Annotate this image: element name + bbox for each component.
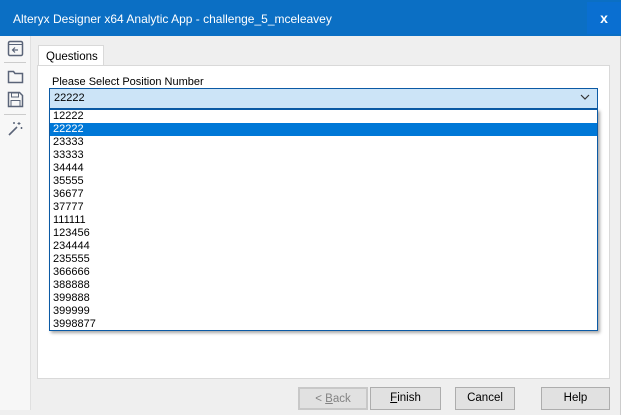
dropdown-option[interactable]: 3998877: [50, 318, 597, 331]
back-button[interactable]: < Back: [298, 387, 368, 410]
chevron-down-icon: [580, 94, 590, 100]
dropdown-option[interactable]: 37777: [50, 201, 597, 214]
dropdown-option[interactable]: 22222: [50, 123, 597, 136]
dropdown-option[interactable]: 12222: [50, 110, 597, 123]
dropdown-option[interactable]: 33333: [50, 149, 597, 162]
back-rest: ack: [332, 393, 351, 405]
dropdown-option[interactable]: 235555: [50, 253, 597, 266]
dropdown-selected-value: 22222: [54, 92, 85, 104]
cancel-button[interactable]: Cancel: [455, 387, 515, 410]
window-title: Alteryx Designer x64 Analytic App - chal…: [13, 12, 332, 26]
save-icon[interactable]: [7, 91, 24, 108]
dropdown-option[interactable]: 234444: [50, 240, 597, 253]
dropdown-option[interactable]: 399888: [50, 292, 597, 305]
dropdown-option[interactable]: 399999: [50, 305, 597, 318]
dropdown-option[interactable]: 366666: [50, 266, 597, 279]
finish-button[interactable]: Finish: [370, 387, 441, 410]
toolbar-divider: [4, 62, 26, 63]
back-mnemonic: B: [325, 393, 333, 405]
dropdown-option[interactable]: 23333: [50, 136, 597, 149]
dropdown-options-list: 12222 22222 23333 33333 34444 35555 36677 37777…: [49, 109, 598, 331]
close-button[interactable]: x: [587, 2, 621, 34]
left-toolbar: [0, 36, 31, 410]
analytic-app-window: Alteryx Designer x64 Analytic App - chal…: [0, 0, 621, 415]
dropdown-option[interactable]: 36677: [50, 188, 597, 201]
dropdown-option[interactable]: 111111: [50, 214, 597, 227]
help-button[interactable]: Help: [541, 387, 610, 410]
title-bar: Alteryx Designer x64 Analytic App - chal…: [0, 0, 621, 36]
magic-wand-icon[interactable]: [7, 120, 24, 137]
dropdown-option[interactable]: 388888: [50, 279, 597, 292]
back-prefix: <: [315, 393, 326, 405]
finish-rest: inish: [397, 392, 421, 404]
dropdown-option[interactable]: 35555: [50, 175, 597, 188]
dropdown-option[interactable]: 123456: [50, 227, 597, 240]
back-panel-icon[interactable]: [7, 40, 24, 57]
position-number-dropdown[interactable]: 22222: [49, 88, 598, 109]
dropdown-option[interactable]: 34444: [50, 162, 597, 175]
tab-questions[interactable]: Questions: [38, 45, 104, 66]
folder-icon[interactable]: [7, 68, 24, 85]
question-label: Please Select Position Number: [52, 76, 204, 88]
toolbar-divider: [4, 114, 26, 115]
